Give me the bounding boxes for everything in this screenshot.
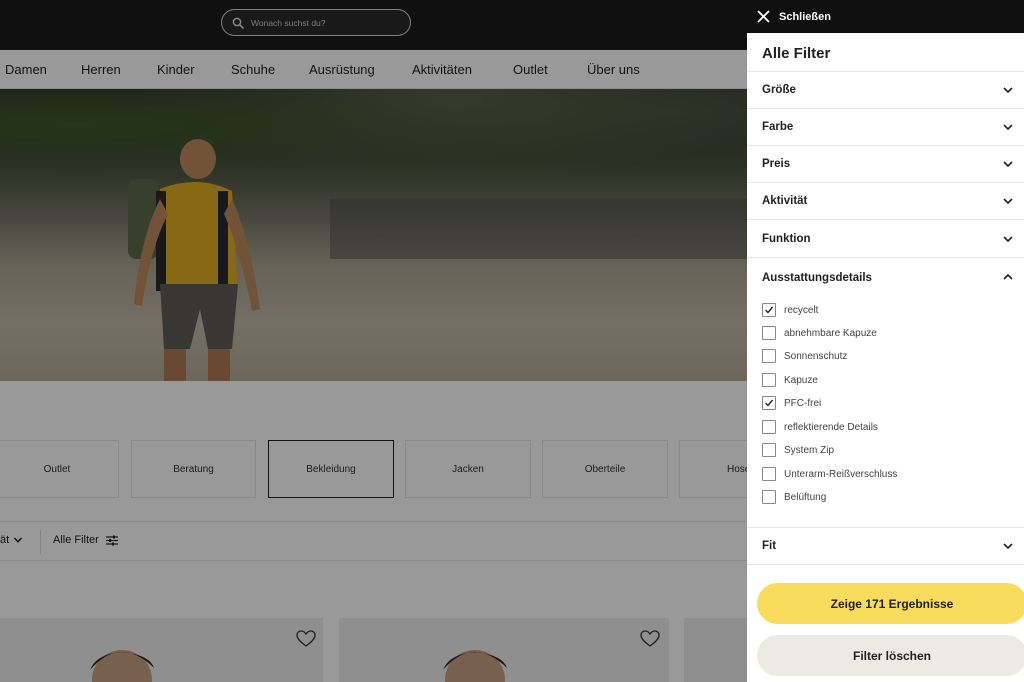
checkbox[interactable] (762, 396, 776, 410)
checkbox[interactable] (762, 373, 776, 387)
option-label: abnehmbare Kapuze (784, 327, 877, 339)
checkbox[interactable] (762, 326, 776, 340)
section-label: Größe (762, 84, 796, 96)
filter-section-features[interactable]: Ausstattungsdetails (747, 259, 1024, 296)
chevron-down-icon (1003, 87, 1013, 94)
section-label: Aktivität (762, 195, 808, 207)
filter-section-color[interactable]: Farbe (747, 109, 1024, 146)
checkbox[interactable] (762, 490, 776, 504)
checkbox[interactable] (762, 420, 776, 434)
filter-option-kapuze[interactable]: Kapuze (762, 372, 818, 388)
show-results-button[interactable]: Zeige 171 Ergebnisse (757, 583, 1024, 624)
option-label: Belüftung (784, 491, 827, 503)
chevron-down-icon (1003, 124, 1013, 131)
filter-drawer: Alle Filter Größe Farbe Preis Aktivität … (747, 33, 1024, 682)
chevron-down-icon (1003, 161, 1013, 168)
section-label: Fit (762, 540, 777, 552)
filter-option-unterarm-reissverschluss[interactable]: Unterarm-Reißverschluss (762, 466, 897, 482)
filter-option-pfc-frei[interactable]: PFC-frei (762, 395, 821, 411)
filter-option-system-zip[interactable]: System Zip (762, 442, 834, 458)
clear-filters-button[interactable]: Filter löschen (757, 635, 1024, 676)
option-label: Sonnenschutz (784, 350, 848, 362)
close-drawer-button[interactable]: Schließen (747, 0, 1024, 33)
checkbox[interactable] (762, 349, 776, 363)
filter-option-belueftung[interactable]: Belüftung (762, 489, 826, 505)
checkbox[interactable] (762, 467, 776, 481)
close-icon (757, 10, 770, 23)
section-label: Preis (762, 158, 791, 170)
filter-section-price[interactable]: Preis (747, 146, 1024, 183)
option-label: PFC-frei (784, 397, 822, 409)
filter-option-reflektierende-details[interactable]: reflektierende Details (762, 419, 878, 435)
chevron-down-icon (1003, 198, 1013, 205)
filter-section-function[interactable]: Funktion (747, 221, 1024, 258)
checkmark-icon (765, 306, 774, 314)
close-label: Schließen (779, 10, 831, 23)
option-label: Kapuze (784, 374, 818, 386)
checkbox[interactable] (762, 443, 776, 457)
section-label: Farbe (762, 121, 794, 133)
drawer-title: Alle Filter (762, 45, 831, 62)
chevron-up-icon (1003, 273, 1013, 280)
filter-option-recycelt[interactable]: recycelt (762, 302, 818, 318)
chevron-down-icon (1003, 543, 1013, 550)
checkmark-icon (765, 399, 774, 407)
section-label: Ausstattungsdetails (762, 271, 872, 284)
filter-section-size[interactable]: Größe (747, 72, 1024, 109)
option-label: Unterarm-Reißverschluss (784, 468, 898, 480)
section-label: Funktion (762, 233, 811, 245)
filter-option-abnehmbare-kapuze[interactable]: abnehmbare Kapuze (762, 325, 877, 341)
filter-option-sonnenschutz[interactable]: Sonnenschutz (762, 348, 847, 364)
filter-section-activity[interactable]: Aktivität (747, 183, 1024, 220)
option-label: recycelt (784, 304, 819, 316)
option-label: reflektierende Details (784, 421, 878, 433)
option-label: System Zip (784, 444, 835, 456)
checkbox[interactable] (762, 303, 776, 317)
chevron-down-icon (1003, 236, 1013, 243)
filter-section-fit[interactable]: Fit (747, 527, 1024, 565)
